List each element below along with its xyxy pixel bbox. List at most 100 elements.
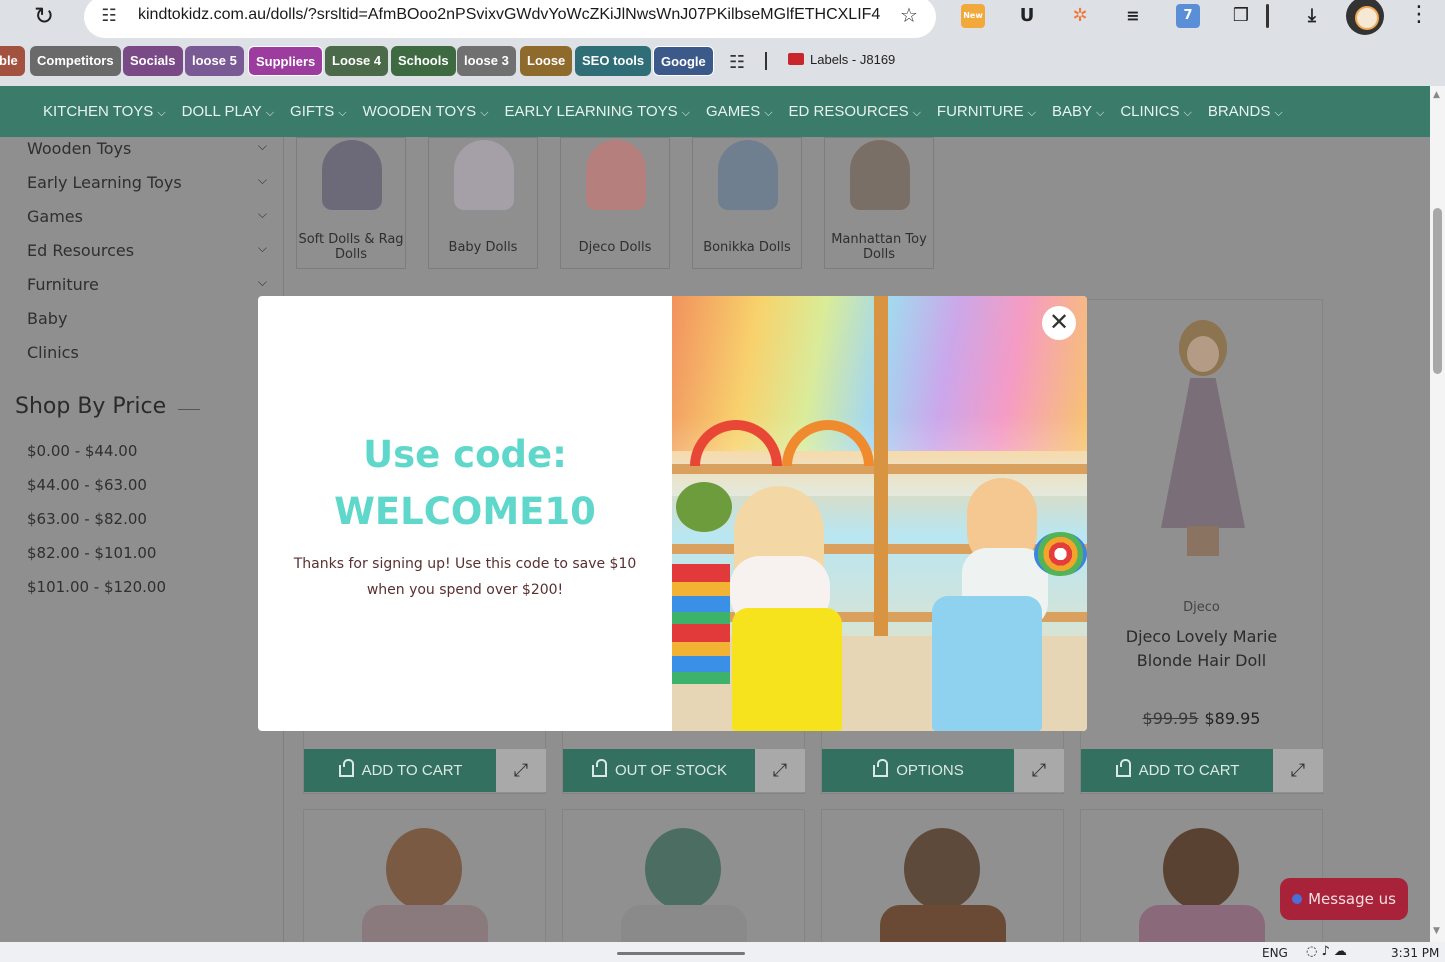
product-name[interactable]: Djeco Lovely Marie Blonde Hair Doll [1101, 625, 1302, 673]
layers-icon[interactable]: ≡ [1121, 4, 1145, 28]
nav-item-doll-play[interactable]: DOLL PLAY ⌵ [182, 103, 274, 120]
product-image[interactable] [1151, 320, 1251, 560]
nav-item-games[interactable]: GAMES ⌵ [706, 103, 773, 120]
download-icon[interactable]: ⤓ [1300, 4, 1324, 28]
product-image[interactable] [645, 828, 721, 910]
clock[interactable]: 3:31 PM [1391, 946, 1439, 960]
chevron-down-icon: ⌵ [1183, 107, 1192, 119]
chevron-down-icon: ⌵ [257, 207, 267, 221]
chevron-down-icon: ⌵ [257, 241, 267, 255]
basket-icon [873, 758, 889, 777]
site-info-icon[interactable]: ☷ [97, 4, 121, 28]
quick-view-expand-icon[interactable]: ⤢ [1273, 749, 1323, 792]
nav-item-gifts[interactable]: GIFTS ⌵ [290, 103, 347, 120]
page-scrollbar[interactable]: ▲ ▼ [1430, 86, 1445, 942]
bookmark-folder[interactable]: Schools [391, 46, 456, 76]
options-button[interactable]: OPTIONS [822, 749, 1015, 792]
bookmark-labels[interactable]: Labels - J8169 [788, 52, 895, 67]
quick-view-expand-icon[interactable]: ⤢ [496, 749, 546, 792]
bookmark-folder[interactable]: SEO tools [575, 46, 652, 76]
add-to-cart-button[interactable]: ADD TO CART [304, 749, 497, 792]
product-image[interactable] [386, 828, 462, 910]
label-favicon-icon [788, 53, 804, 65]
product-image[interactable] [1163, 828, 1239, 910]
u-extension-icon[interactable]: U [1015, 4, 1039, 28]
chevron-down-icon: ⌵ [157, 107, 166, 119]
sidebar-category[interactable]: Clinics⌵ [27, 343, 267, 362]
sidebar-category[interactable]: Baby⌵ [27, 309, 267, 328]
sidebar-category[interactable]: Furniture ⌵ [27, 275, 267, 294]
nav-item-kitchen-toys[interactable]: KITCHEN TOYS ⌵ [43, 103, 166, 120]
bookmark-folder[interactable]: Loose 4 [325, 46, 389, 76]
quick-view-expand-icon[interactable]: ⤢ [755, 749, 805, 792]
sidebar-category[interactable]: Games ⌵ [27, 207, 267, 226]
product-card[interactable] [303, 809, 546, 942]
product-card[interactable]: Djeco Djeco Lovely Marie Blonde Hair Dol… [1080, 299, 1323, 794]
price-filter-heading: Shop By Price [15, 394, 167, 419]
image-tree [676, 482, 732, 532]
bookmark-folder[interactable]: ble [0, 46, 25, 76]
nav-item-brands[interactable]: BRANDS ⌵ [1208, 103, 1283, 120]
scrollbar-thumb[interactable] [1433, 208, 1442, 374]
url-text[interactable]: kindtokidz.com.au/dolls/?srsltid=AfmBOoo… [138, 6, 880, 24]
scroll-up-icon[interactable]: ▲ [1433, 90, 1440, 100]
price-range-link[interactable]: $101.00 - $120.00 [27, 578, 166, 596]
nav-item-wooden-toys[interactable]: WOODEN TOYS ⌵ [363, 103, 489, 120]
puzzle-icon[interactable]: ❒ [1229, 4, 1253, 28]
nav-item-baby[interactable]: BABY ⌵ [1052, 103, 1104, 120]
nav-item-furniture[interactable]: FURNITURE ⌵ [937, 103, 1036, 120]
taskbar-handle[interactable] [617, 952, 745, 955]
price-range-link[interactable]: $0.00 - $44.00 [27, 442, 137, 460]
bookmark-folder[interactable]: loose 5 [185, 46, 244, 76]
subcategory-tile[interactable]: Bonikka Dolls [692, 137, 802, 269]
bookmark-folder[interactable]: Socials [123, 46, 183, 76]
reload-icon[interactable]: ↻ [30, 2, 58, 30]
apps-grid-icon[interactable]: ☷ [729, 52, 745, 73]
product-card[interactable] [821, 809, 1064, 942]
nav-item-early-learning-toys[interactable]: EARLY LEARNING TOYS ⌵ [505, 103, 690, 120]
nav-item-ed-resources[interactable]: ED RESOURCES ⌵ [789, 103, 921, 120]
sidebar-category[interactable]: Early Learning Toys ⌵ [27, 173, 267, 192]
subcategory-tile[interactable]: Manhattan Toy Dolls [824, 137, 934, 269]
menu-dots-icon[interactable]: ⋮ [1408, 2, 1430, 27]
subcategory-tile[interactable]: Djeco Dolls [560, 137, 670, 269]
product-card[interactable] [562, 809, 805, 942]
subcategory-tile[interactable]: Soft Dolls & Rag Dolls [296, 137, 406, 269]
bookmark-folder[interactable]: loose 3 [457, 46, 516, 76]
image-yellow-chair [732, 608, 842, 731]
price-range-link[interactable]: $44.00 - $63.00 [27, 476, 147, 494]
subcategory-image [322, 140, 382, 210]
modal-text-panel: Use code: WELCOME10 Thanks for signing u… [258, 296, 672, 731]
grammar-extension-icon[interactable]: 7 [1176, 4, 1200, 28]
old-price: $99.95 [1142, 709, 1199, 728]
product-image[interactable] [904, 828, 980, 910]
basket-icon [1115, 758, 1131, 777]
quick-view-expand-icon[interactable]: ⤢ [1014, 749, 1064, 792]
sale-price: $89.95 [1204, 709, 1261, 728]
system-tray-icons[interactable]: ◌ ♪ ☁ [1306, 944, 1347, 959]
bookmark-folder[interactable]: Google [653, 46, 714, 76]
price-range-link[interactable]: $82.00 - $101.00 [27, 544, 156, 562]
nav-item-clinics[interactable]: CLINICS ⌵ [1120, 103, 1192, 120]
hubspot-icon[interactable]: ✲ [1068, 4, 1092, 28]
bookmark-star-icon[interactable]: ☆ [900, 3, 918, 27]
out-of-stock-button[interactable]: OUT OF STOCK [563, 749, 756, 792]
scroll-down-icon[interactable]: ▼ [1433, 926, 1440, 936]
new-extension-icon[interactable]: New [961, 4, 985, 28]
price-range-link[interactable]: $63.00 - $82.00 [27, 510, 147, 528]
subcategory-tile[interactable]: Baby Dolls [428, 137, 538, 269]
doll-face [1187, 336, 1219, 372]
sidebar-category[interactable]: Ed Resources ⌵ [27, 241, 267, 260]
profile-avatar[interactable] [1346, 0, 1384, 35]
bookmark-folder[interactable]: Loose [520, 46, 573, 76]
sidebar-category[interactable]: Wooden Toys ⌵ [27, 139, 267, 158]
language-indicator[interactable]: ENG [1262, 946, 1288, 960]
bookmark-folder[interactable]: Suppliers [248, 46, 324, 76]
product-card[interactable] [1080, 809, 1323, 942]
site-nav: KITCHEN TOYS ⌵ DOLL PLAY ⌵ GIFTS ⌵ WOODEN T… [0, 86, 1430, 137]
close-icon[interactable]: ✕ [1042, 306, 1076, 340]
add-to-cart-button[interactable]: ADD TO CART [1081, 749, 1274, 792]
message-us-button[interactable]: Message us [1280, 878, 1408, 920]
bookmark-folder[interactable]: Competitors [30, 46, 121, 76]
product-brand[interactable]: Djeco [1081, 600, 1322, 615]
